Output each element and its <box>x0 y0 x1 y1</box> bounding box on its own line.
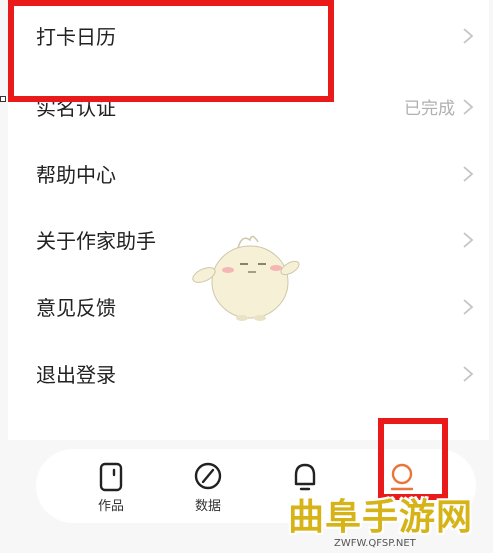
tab-label: 数据 <box>194 499 221 514</box>
menu-item-label: 打卡日历 <box>36 25 116 49</box>
data-icon <box>194 462 222 490</box>
watermark: 曲阜手游网 ZWFW.QFSP.NET <box>282 488 492 553</box>
menu-item-real-name-auth[interactable]: 实名认证 已完成 <box>8 73 489 140</box>
menu-item-logout[interactable]: 退出登录 <box>8 340 489 407</box>
chevron-right-icon <box>463 98 474 115</box>
chevron-right-icon <box>463 165 474 182</box>
watermark-title: 曲阜手游网 <box>288 497 474 538</box>
chevron-right-icon <box>463 231 474 248</box>
selection-handle <box>0 96 6 102</box>
menu-item-help-center[interactable]: 帮助中心 <box>8 140 489 207</box>
settings-page: 打卡日历 实名认证 已完成 帮助中心 关于作家助手 意见反馈 退出登录 作品 数… <box>0 0 493 553</box>
menu-item-label: 实名认证 <box>36 96 116 120</box>
menu-item-label: 帮助中心 <box>36 163 116 187</box>
watermark-url: ZWFW.QFSP.NET <box>334 538 416 549</box>
tab-works[interactable]: 作品 <box>76 449 146 523</box>
menu-item-label: 退出登录 <box>36 363 116 387</box>
menu-item-checkin-calendar[interactable]: 打卡日历 <box>8 2 489 69</box>
chevron-right-icon <box>463 298 474 315</box>
menu-list: 打卡日历 实名认证 已完成 帮助中心 关于作家助手 意见反馈 退出登录 <box>8 0 489 440</box>
tab-label: 作品 <box>97 499 124 514</box>
chick-mascot-icon <box>192 235 300 321</box>
works-icon <box>99 462 123 492</box>
chevron-right-icon <box>463 27 474 44</box>
menu-item-label: 意见反馈 <box>36 296 116 320</box>
status-text: 已完成 <box>404 99 455 119</box>
menu-item-label: 关于作家助手 <box>36 229 156 253</box>
tab-data[interactable]: 数据 <box>173 449 243 523</box>
chevron-right-icon <box>463 365 474 382</box>
